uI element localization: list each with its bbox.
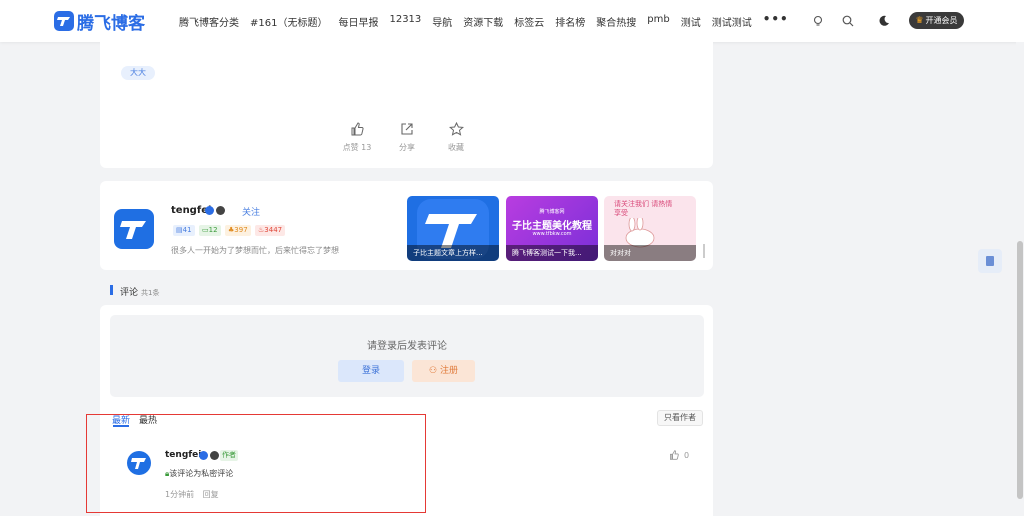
comment-like-button[interactable]: 0: [669, 450, 689, 460]
comment-meta: 1分钟前 回复: [165, 489, 225, 500]
comment-avatar[interactable]: [127, 451, 151, 475]
comment-text-content: 该评论为私密评论: [169, 469, 234, 478]
logo-text: 腾飞博客: [77, 13, 145, 34]
scrollbar-thumb[interactable]: [1017, 241, 1023, 499]
comments-count: 共1条: [141, 289, 160, 297]
favorite-label: 收藏: [448, 143, 464, 152]
register-button[interactable]: ⚇ 注册: [412, 360, 475, 382]
banner-small-text: 腾飞博客网: [539, 209, 565, 215]
share-action[interactable]: 分享: [387, 122, 427, 153]
carousel-edge: [703, 244, 705, 258]
banner-url-text: www.tfbkw.com: [532, 231, 572, 237]
only-author-button[interactable]: 只看作者: [657, 410, 703, 426]
star-icon: [448, 122, 464, 136]
like-label: 点赞 13: [342, 143, 372, 152]
moon-icon[interactable]: [878, 15, 890, 27]
verified-icon: [199, 451, 208, 460]
nav-item[interactable]: #161（无标题）: [250, 14, 327, 29]
bookmark-icon: [986, 256, 994, 266]
nav-item[interactable]: 导航: [432, 14, 452, 29]
user-badge-icon: [216, 206, 225, 215]
lightbulb-icon[interactable]: [812, 15, 824, 27]
comments-title: 评论 共1条: [120, 285, 159, 298]
banner-big-text: 子比主题美化教程: [512, 221, 592, 232]
thumb-caption: 子比主题文章上方样...: [407, 245, 499, 261]
nav-item[interactable]: 每日早报: [338, 14, 378, 29]
vip-button[interactable]: ♛ 开通会员: [909, 12, 964, 29]
like-action[interactable]: 点赞 13: [337, 122, 377, 153]
author-tag: 作者: [220, 450, 238, 461]
verified-icon: [205, 206, 214, 215]
nav-item[interactable]: pmb: [647, 14, 669, 29]
favorite-action[interactable]: 收藏: [436, 122, 476, 153]
nav-item[interactable]: 测试测试: [712, 14, 752, 29]
thumb-caption: 对对对: [604, 245, 696, 261]
login-hint: 请登录后发表评论: [367, 341, 447, 352]
thumbs-up-icon: [670, 450, 679, 460]
top-header: 腾飞博客 腾飞博客分类 #161（无标题） 每日早报 12313 导航 资源下载…: [0, 0, 1024, 42]
share-label: 分享: [399, 143, 415, 152]
nav-more-button[interactable]: •••: [763, 12, 789, 29]
logo-mark-icon: [54, 11, 74, 31]
author-post-thumb[interactable]: 子比主题文章上方样...: [407, 196, 499, 261]
stat-likes: ♣397: [225, 225, 251, 236]
author-avatar[interactable]: [114, 209, 154, 249]
stat-comments: ▭12: [199, 225, 221, 236]
nav-item[interactable]: 聚合热搜: [596, 14, 636, 29]
banner-text: 请关注我们 请热情享受: [614, 200, 673, 217]
nav-item[interactable]: 资源下载: [463, 14, 503, 29]
comments-title-text: 评论: [120, 288, 139, 298]
search-icon[interactable]: [842, 15, 854, 27]
post-tag[interactable]: 大大: [121, 66, 155, 80]
share-icon: [401, 123, 413, 135]
stat-articles: ▤41: [173, 225, 195, 236]
author-bio: 很多人一开始为了梦想而忙，后来忙得忘了梦想: [171, 246, 339, 255]
main-nav: 腾飞博客分类 #161（无标题） 每日早报 12313 导航 资源下载 标签云 …: [179, 12, 800, 29]
section-accent-bar: [110, 285, 113, 295]
login-prompt-box: 请登录后发表评论 登录 ⚇ 注册: [110, 315, 704, 397]
follow-button[interactable]: 关注: [242, 205, 260, 218]
author-post-thumb[interactable]: 腾飞博客网 子比主题美化教程 www.tfbkw.com 腾飞博客测试一下我..…: [506, 196, 598, 261]
site-logo[interactable]: 腾飞博客: [54, 9, 145, 34]
thumb-caption: 腾飞博客测试一下我...: [506, 245, 598, 261]
login-button[interactable]: 登录: [338, 360, 404, 382]
rabbit-illustration-icon: [625, 218, 655, 248]
comment-like-count: 0: [684, 450, 690, 460]
stat-heat: ♨3447: [255, 225, 286, 236]
comment-author-name[interactable]: tengfei: [165, 450, 201, 460]
nav-item[interactable]: 腾飞博客分类: [179, 14, 239, 29]
thumbs-up-icon: [351, 122, 364, 136]
comment-text: 🔒︎该评论为私密评论: [165, 468, 233, 479]
nav-item[interactable]: 12313: [389, 14, 421, 29]
nav-item[interactable]: 测试: [681, 14, 701, 29]
user-badge-icon: [210, 451, 219, 460]
crown-icon: ♛: [915, 15, 924, 26]
nav-item[interactable]: 标签云: [514, 14, 544, 29]
author-post-thumb[interactable]: 请关注我们 请热情享受 对对对: [604, 196, 696, 261]
register-label: 注册: [439, 366, 458, 376]
nav-item[interactable]: 排名榜: [555, 14, 585, 29]
user-icon: ⚇: [429, 366, 440, 376]
reply-button[interactable]: 回复: [203, 490, 219, 499]
floating-action-button[interactable]: [978, 249, 1002, 273]
comment-time: 1分钟前: [165, 490, 195, 499]
vip-label: 开通会员: [925, 16, 958, 25]
